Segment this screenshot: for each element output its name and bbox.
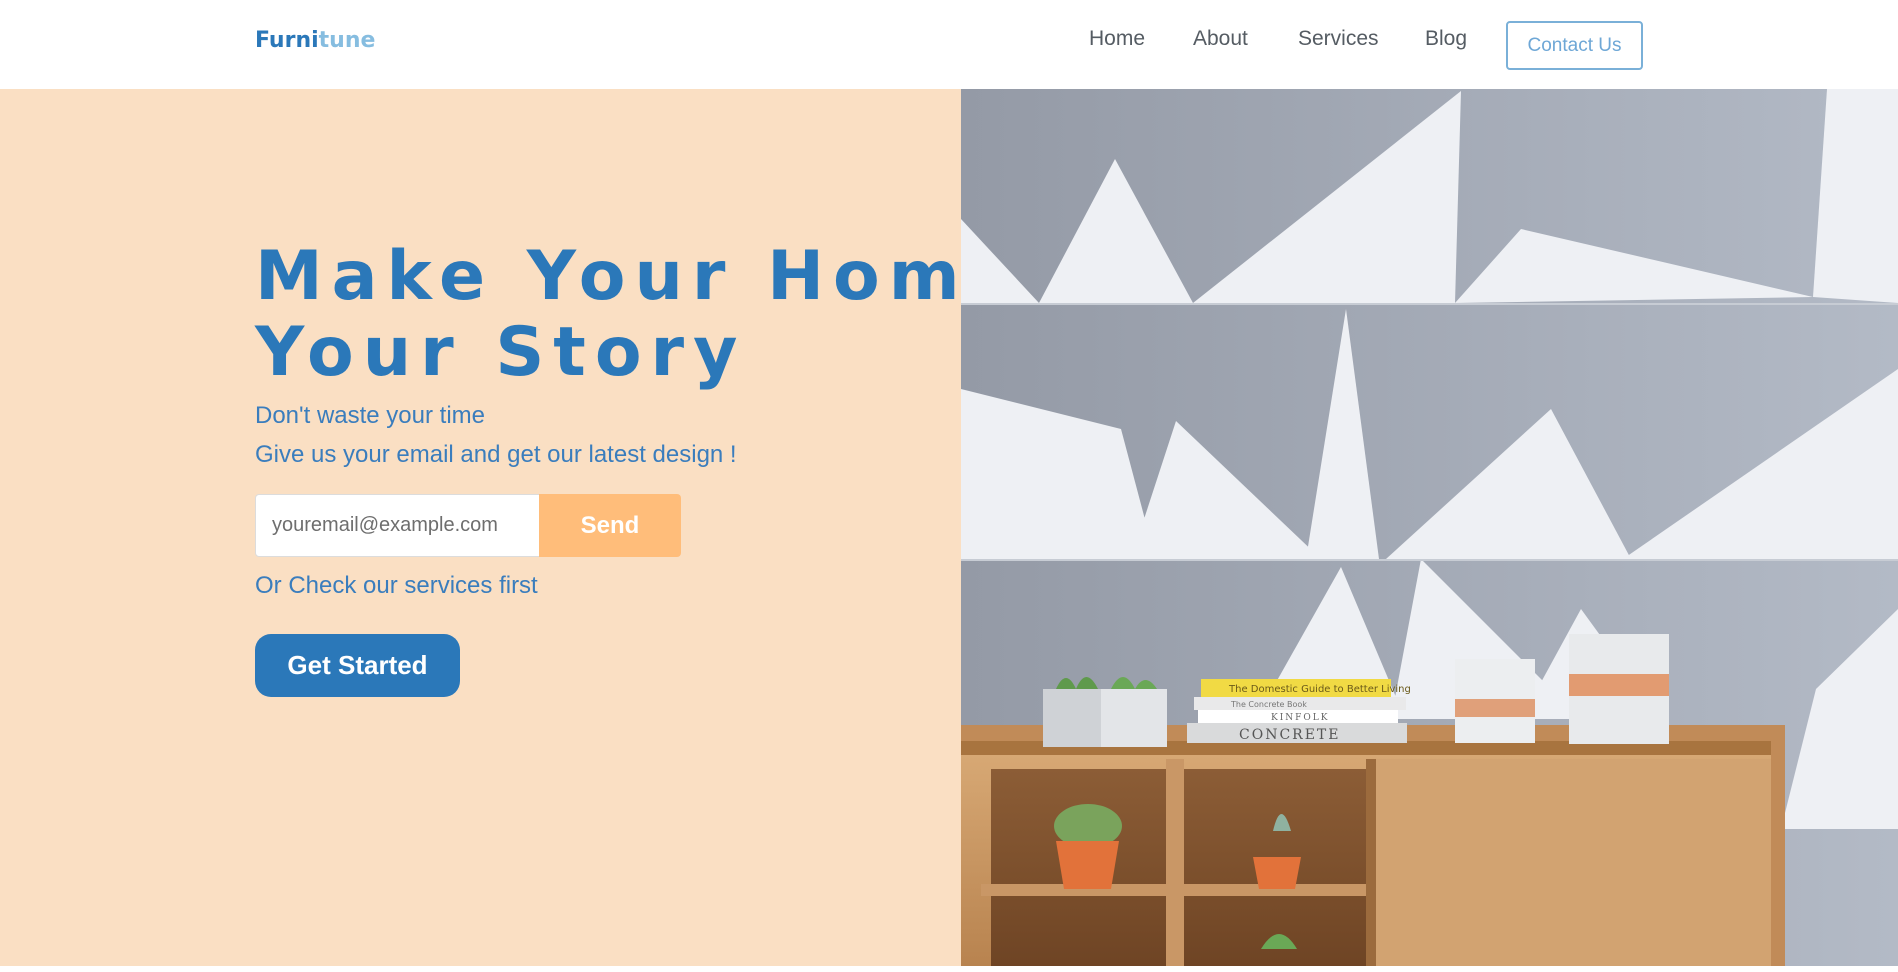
subtitle-line1: Don't waste your time	[255, 402, 486, 429]
book-title-3: KINFOLK	[1271, 713, 1329, 723]
hero-section: Make Your Home Your Story Don't waste yo…	[0, 89, 1015, 966]
get-started-button[interactable]: Get Started	[255, 634, 460, 697]
subtitle-line2: Give us your email and get our latest de…	[255, 441, 737, 468]
hero-image: The Domestic Guide to Better Living The …	[961, 89, 1898, 966]
send-button[interactable]: Send	[539, 494, 681, 557]
nav-blog[interactable]: Blog	[1425, 27, 1467, 51]
furniture-photo: The Domestic Guide to Better Living The …	[961, 89, 1898, 966]
book-title-1: The Domestic Guide to Better Living	[1228, 684, 1411, 695]
nav-about[interactable]: About	[1193, 27, 1248, 51]
nav-home[interactable]: Home	[1089, 27, 1145, 51]
hero-headline: Make Your Home Your Story	[255, 239, 1024, 391]
bottom-strip	[0, 966, 1898, 972]
brand-logo[interactable]: Furnitune	[255, 28, 375, 53]
navbar: Furnitune Home About Services Blog Conta…	[0, 0, 1898, 89]
services-text: Or Check our services first	[255, 572, 538, 599]
headline-line1: Make Your Home	[255, 237, 1024, 316]
brand-part1: Furni	[255, 28, 319, 53]
contact-us-button[interactable]: Contact Us	[1506, 21, 1643, 70]
book-title-4: CONCRETE	[1239, 727, 1340, 743]
sideboard-door	[1376, 759, 1771, 966]
brand-part2: tune	[318, 28, 376, 53]
headline-line2: Your Story	[255, 313, 747, 392]
email-input[interactable]	[255, 494, 540, 557]
book-title-2: The Concrete Book	[1230, 700, 1307, 709]
nav-services[interactable]: Services	[1298, 27, 1379, 51]
